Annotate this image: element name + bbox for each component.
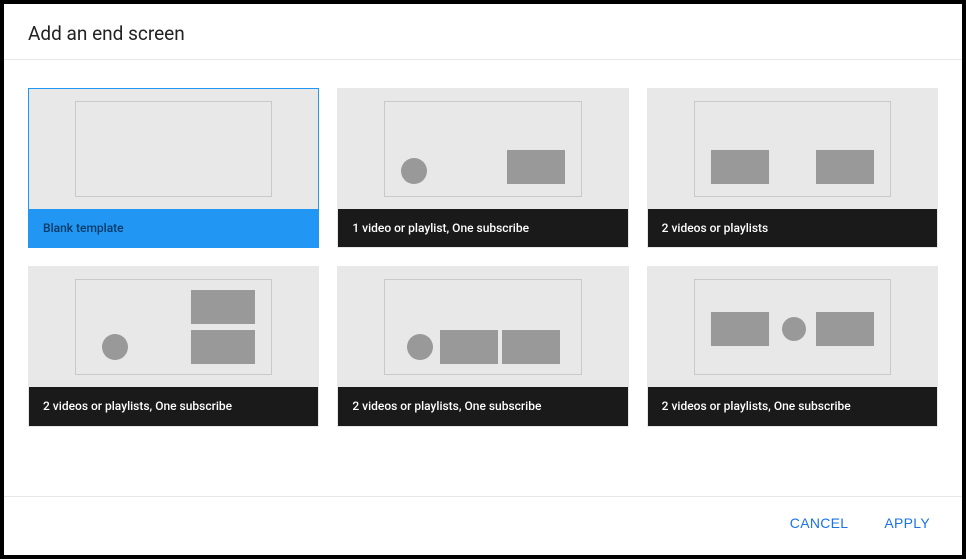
preview-frame [75,279,272,375]
dialog-footer: CANCEL APPLY [4,496,962,555]
video-icon [711,312,769,346]
video-icon [816,312,874,346]
preview-frame [694,279,891,375]
template-preview [29,89,318,209]
subscribe-icon [401,158,427,184]
subscribe-icon [102,334,128,360]
preview-frame [384,279,581,375]
template-preview [648,89,937,209]
template-card-sub-2videos-row[interactable]: 2 videos or playlists, One subscribe [337,266,628,426]
video-icon [816,150,874,184]
template-card-blank[interactable]: Blank template [28,88,319,248]
subscribe-icon [782,317,806,341]
template-card-2videos-sub-stacked[interactable]: 2 videos or playlists, One subscribe [28,266,319,426]
video-icon [191,290,255,324]
video-icon [440,330,498,364]
dialog-header: Add an end screen [4,4,962,60]
template-card-2videos[interactable]: 2 videos or playlists [647,88,938,248]
subscribe-icon [407,334,433,360]
template-label: Blank template [29,209,318,247]
template-label: 2 videos or playlists [648,209,937,247]
template-preview [29,267,318,387]
end-screen-dialog: Add an end screen Blank template 1 video [4,4,962,555]
template-card-video-sub-video[interactable]: 2 videos or playlists, One subscribe [647,266,938,426]
apply-button[interactable]: APPLY [880,509,934,537]
template-preview [338,267,627,387]
template-card-1video-subscribe[interactable]: 1 video or playlist, One subscribe [337,88,628,248]
template-label: 2 videos or playlists, One subscribe [29,387,318,425]
template-preview [338,89,627,209]
preview-frame [384,101,581,197]
template-label: 1 video or playlist, One subscribe [338,209,627,247]
template-preview [648,267,937,387]
video-icon [502,330,560,364]
template-label: 2 videos or playlists, One subscribe [338,387,627,425]
preview-frame [75,101,272,197]
cancel-button[interactable]: CANCEL [786,509,853,537]
video-icon [191,330,255,364]
video-icon [507,150,565,184]
preview-frame [694,101,891,197]
video-icon [711,150,769,184]
template-grid: Blank template 1 video or playlist, One … [28,88,938,427]
template-label: 2 videos or playlists, One subscribe [648,387,937,425]
dialog-content: Blank template 1 video or playlist, One … [4,60,962,496]
dialog-title: Add an end screen [28,22,938,45]
